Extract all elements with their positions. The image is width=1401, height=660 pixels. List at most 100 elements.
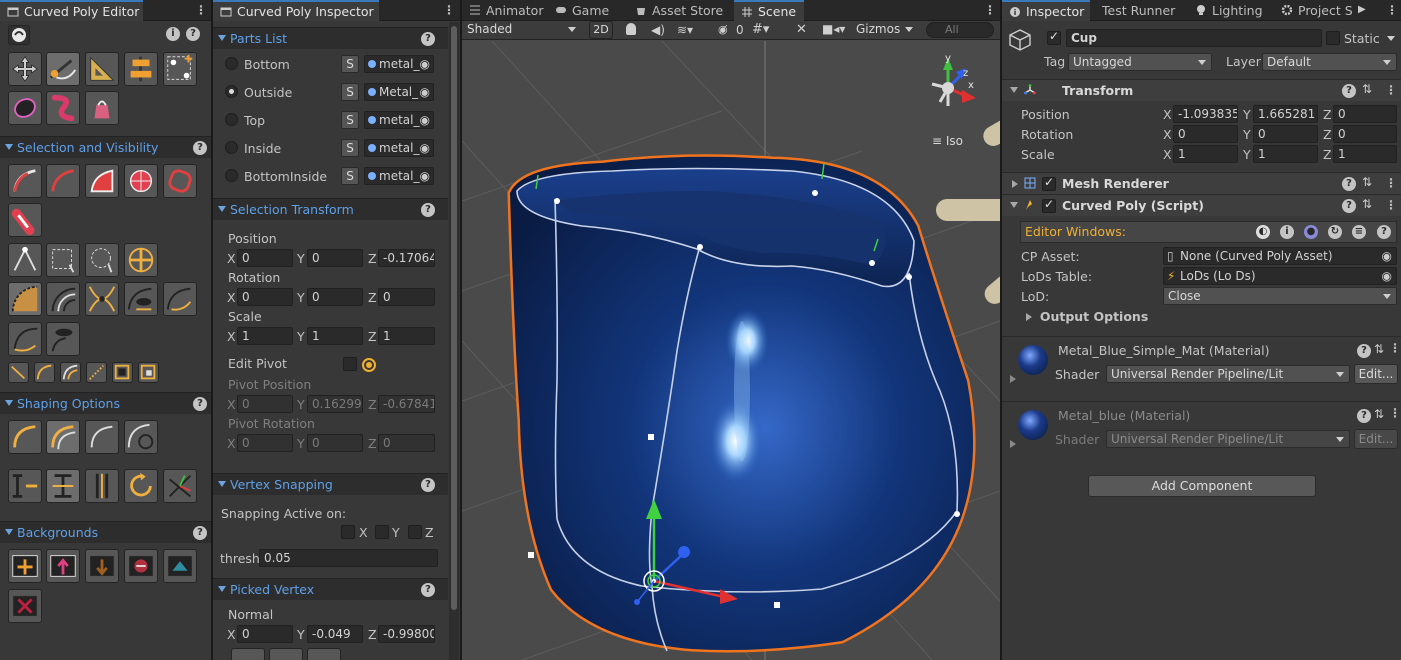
part-radio[interactable] xyxy=(225,57,238,70)
rect-select-button[interactable] xyxy=(46,243,80,277)
grid-snap-icon[interactable]: #▾ xyxy=(752,22,769,37)
layer-dropdown[interactable]: Default xyxy=(1262,53,1397,71)
help-icon[interactable]: ? xyxy=(1357,344,1371,358)
kebab-menu-icon[interactable]: ⋮ xyxy=(443,2,455,18)
shape-parallel-button[interactable] xyxy=(85,469,119,503)
bg-delete-button[interactable] xyxy=(8,589,42,623)
mode-2d-button[interactable]: 2D xyxy=(589,21,613,39)
part-select-button[interactable]: S xyxy=(341,83,359,101)
scene-canvas[interactable] xyxy=(462,41,1000,660)
position-z-field[interactable]: -0.17064 xyxy=(378,249,435,267)
select-curve-button[interactable] xyxy=(8,164,42,198)
section-selection-transform[interactable]: Selection Transform ? xyxy=(213,198,448,220)
mesh-renderer-header[interactable]: Mesh Renderer ? ⇅ ⋮ xyxy=(1002,172,1401,194)
normal-z-field[interactable]: -0.99800 xyxy=(378,625,435,643)
help-icon[interactable]: ? xyxy=(421,32,435,46)
rotation-x-field[interactable]: 0 xyxy=(237,288,293,306)
snap-z-checkbox[interactable] xyxy=(408,525,422,539)
object-picker-icon[interactable]: ◉ xyxy=(420,140,430,156)
help-icon[interactable]: ? xyxy=(193,397,207,411)
active-checkbox[interactable] xyxy=(1047,29,1061,45)
normal-y-field[interactable]: -0.049 xyxy=(307,625,363,643)
scrollbar-thumb[interactable] xyxy=(451,26,457,610)
bg-export-button[interactable] xyxy=(46,549,80,583)
component-menu-icon[interactable]: ⋮ xyxy=(1385,175,1397,191)
cup-tool-button[interactable] xyxy=(85,91,119,125)
eye-fillet-button[interactable] xyxy=(46,322,80,356)
tab-project-settings[interactable]: Project S xyxy=(1274,0,1358,21)
small-frame2-button[interactable] xyxy=(138,362,159,383)
add-point-button[interactable] xyxy=(124,243,158,277)
curve-draw-tool-button[interactable] xyxy=(46,52,80,86)
kebab-menu-icon[interactable]: ⋮ xyxy=(1386,2,1398,18)
scene-search-input[interactable]: All xyxy=(926,22,994,38)
small-dotted-button[interactable] xyxy=(86,362,107,383)
help-icon[interactable]: ? xyxy=(1342,199,1356,213)
pick-vertex-button[interactable] xyxy=(8,243,42,277)
static-checkbox[interactable] xyxy=(1326,31,1340,45)
cp-info-icon[interactable]: i xyxy=(1280,225,1294,239)
preset-icon[interactable]: ⇅ xyxy=(1374,342,1384,356)
fillet-button[interactable] xyxy=(8,322,42,356)
tab-lighting[interactable]: Lighting xyxy=(1188,0,1271,21)
object-picker-icon[interactable]: ◉ xyxy=(420,112,430,128)
rotation-y-field[interactable]: 0 xyxy=(1253,125,1318,143)
scale-z-field[interactable]: 1 xyxy=(1333,145,1397,163)
shape-split-button[interactable] xyxy=(8,469,42,503)
part-select-button[interactable]: S xyxy=(341,167,359,185)
component-menu-icon[interactable]: ⋮ xyxy=(1389,340,1401,356)
rotation-x-field[interactable]: 0 xyxy=(1173,125,1238,143)
kebab-menu-icon[interactable]: ⋮ xyxy=(195,2,207,18)
static-dropdown-icon[interactable] xyxy=(1387,36,1395,41)
component-menu-icon[interactable]: ⋮ xyxy=(1385,82,1397,98)
scale-z-field[interactable]: 1 xyxy=(378,327,435,345)
part-material-field[interactable]: metal_ ◉ xyxy=(364,139,434,157)
tab-scene[interactable]: Scene xyxy=(734,0,805,21)
select-sphere-button[interactable] xyxy=(124,164,158,198)
add-component-button[interactable]: Add Component xyxy=(1088,475,1316,497)
select-edge-button[interactable] xyxy=(46,164,80,198)
help-icon[interactable]: ? xyxy=(1342,84,1356,98)
cp-logo-icon[interactable]: ◐ xyxy=(1256,225,1270,239)
inspector-scrollbar[interactable] xyxy=(449,22,459,660)
part-radio[interactable] xyxy=(225,113,238,126)
curved-poly-script-header[interactable]: Curved Poly (Script) ? ⇅ ⋮ xyxy=(1002,194,1401,216)
vertex-action-3-button[interactable] xyxy=(307,648,341,660)
scale-y-field[interactable]: 1 xyxy=(307,327,363,345)
section-picked-vertex[interactable]: Picked Vertex ? xyxy=(213,578,448,600)
move-tool-button[interactable] xyxy=(8,52,42,86)
edit-shader-button[interactable]: Edit... xyxy=(1354,364,1398,384)
help-icon[interactable]: ? xyxy=(186,27,200,41)
help-icon[interactable]: ? xyxy=(193,526,207,540)
part-row[interactable]: Top Smetal_ ◉ xyxy=(213,110,445,134)
mesh-renderer-enabled-checkbox[interactable] xyxy=(1042,175,1056,191)
pivot-target-icon[interactable] xyxy=(362,358,376,372)
scale-x-field[interactable]: 1 xyxy=(237,327,293,345)
help-icon[interactable]: ? xyxy=(421,203,435,217)
tab-curved-poly-inspector[interactable]: Curved Poly Inspector xyxy=(213,0,379,21)
extrude-button[interactable] xyxy=(8,282,42,316)
help-icon[interactable]: ? xyxy=(421,478,435,492)
visibility-icon[interactable]: ◉̸ xyxy=(718,23,728,36)
part-row[interactable]: Bottom Smetal_ ◉ xyxy=(213,54,445,78)
rotation-y-field[interactable]: 0 xyxy=(307,288,363,306)
part-row[interactable]: BottomInside Smetal_ ◉ xyxy=(213,166,445,190)
cp-help-icon[interactable]: ? xyxy=(1377,225,1391,239)
orientation-gizmo[interactable]: y x z xyxy=(920,52,980,122)
rotation-z-field[interactable]: 0 xyxy=(378,288,435,306)
transform-header[interactable]: Transform ? ⇅ ⋮ xyxy=(1002,79,1401,101)
material-foldout-icon[interactable] xyxy=(1010,375,1016,383)
tab-curved-poly-editor[interactable]: Curved Poly Editor xyxy=(0,0,143,21)
shading-mode-dropdown[interactable]: Shaded xyxy=(463,21,581,39)
part-material-field[interactable]: metal_ ◉ xyxy=(364,167,434,185)
effects-icon[interactable]: ≋▾ xyxy=(677,23,693,37)
sculpt-tool-button[interactable] xyxy=(8,91,42,125)
preset-icon[interactable]: ⇅ xyxy=(1362,197,1372,211)
part-material-field[interactable]: metal_ ◉ xyxy=(364,111,434,129)
snap-y-checkbox[interactable] xyxy=(375,525,389,539)
tab-game[interactable]: Game xyxy=(548,0,617,21)
part-radio[interactable] xyxy=(225,141,238,154)
part-row[interactable]: Inside Smetal_ ◉ xyxy=(213,138,445,162)
part-radio[interactable] xyxy=(225,169,238,182)
part-select-button[interactable]: S xyxy=(341,111,359,129)
